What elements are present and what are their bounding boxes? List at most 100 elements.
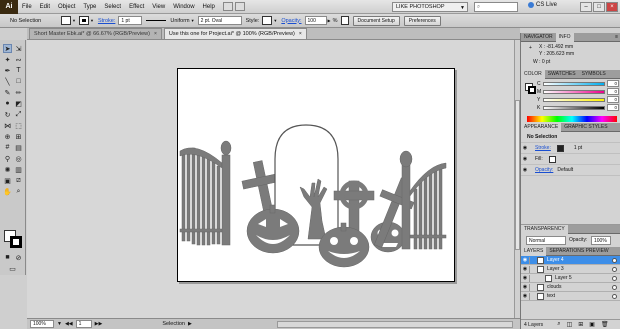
free-transform-tool-icon[interactable]: ⬚	[14, 121, 23, 130]
stroke-swatch[interactable]	[78, 16, 89, 25]
appearance-fill-swatch[interactable]	[548, 155, 556, 163]
first-artboard-icon[interactable]: ◀◀	[65, 321, 73, 327]
eye-icon[interactable]: ◉	[521, 167, 529, 173]
tab-separations-preview[interactable]: SEPARATIONS PREVIEW	[546, 247, 611, 256]
chevron-down-icon[interactable]: ▼	[191, 18, 195, 23]
eye-icon[interactable]: ◉	[521, 293, 529, 299]
bridge-icon[interactable]	[222, 2, 233, 11]
menu-window[interactable]: Window	[169, 4, 198, 10]
tab-short-master[interactable]: Short Master Ebk.ai* @ 66.67% (RGB/Previ…	[29, 28, 162, 39]
magic-wand-tool-icon[interactable]: ✦	[3, 55, 12, 64]
menu-file[interactable]: File	[18, 4, 36, 10]
color-spectrum[interactable]	[527, 116, 617, 122]
tab-transparency[interactable]: TRANSPARENCY	[521, 224, 568, 234]
preferences-button[interactable]: Preferences	[403, 15, 441, 26]
stroke-weight-field[interactable]: 1 pt	[118, 16, 143, 25]
color-mode-icon[interactable]: ■	[3, 253, 12, 262]
halloween-graveyard-artwork[interactable]	[178, 69, 456, 283]
graphic-style-swatch[interactable]	[262, 16, 273, 25]
close-button[interactable]: ×	[606, 2, 618, 12]
lock-toggle[interactable]	[529, 256, 535, 264]
width-tool-icon[interactable]: ⋈	[3, 121, 12, 130]
target-circle-icon[interactable]	[612, 284, 617, 290]
black-value[interactable]: 0	[607, 104, 619, 111]
help-search-input[interactable]: ⌕	[474, 2, 518, 12]
chevron-down-icon[interactable]: ▼	[57, 321, 62, 327]
layer-row[interactable]: ◉ clouds	[521, 283, 620, 292]
opacity-field[interactable]: 100	[304, 16, 327, 25]
slice-tool-icon[interactable]: ⧄	[14, 176, 23, 185]
lock-toggle[interactable]	[529, 283, 535, 291]
mesh-tool-icon[interactable]: #	[3, 143, 12, 152]
pen-tool-icon[interactable]: ✒	[3, 66, 12, 75]
menu-effect[interactable]: Effect	[125, 4, 148, 10]
chevron-right-icon[interactable]: ▶	[328, 18, 331, 23]
line-tool-icon[interactable]: ╲	[3, 77, 12, 86]
minimize-button[interactable]: –	[580, 2, 592, 12]
magenta-slider[interactable]	[543, 90, 605, 94]
close-icon[interactable]: ×	[154, 31, 157, 37]
pencil-tool-icon[interactable]: ✏	[14, 88, 23, 97]
artboard[interactable]	[177, 68, 455, 282]
lasso-tool-icon[interactable]: ∾	[14, 55, 23, 64]
appearance-stroke-value[interactable]: 1 pt	[574, 145, 582, 151]
gradient-tool-icon[interactable]: ▤	[14, 143, 23, 152]
blend-tool-icon[interactable]: ◎	[14, 154, 23, 163]
brush-definition-dropdown[interactable]: 2 pt. Oval	[197, 16, 242, 25]
target-circle-icon[interactable]	[612, 266, 617, 272]
target-circle-icon[interactable]	[612, 257, 617, 263]
layer-name[interactable]: Layer 5	[555, 275, 572, 281]
new-sublayer-icon[interactable]: ⊞	[578, 321, 583, 328]
eye-icon[interactable]: ◉	[521, 257, 529, 263]
appearance-opacity-link[interactable]: Opacity:	[535, 167, 553, 173]
layer-name[interactable]: clouds	[547, 284, 561, 290]
target-circle-icon[interactable]	[612, 293, 617, 299]
blend-mode-dropdown[interactable]: Normal	[526, 236, 566, 245]
fill-stroke-control[interactable]	[4, 230, 22, 248]
stroke-link[interactable]: Stroke:	[98, 18, 115, 24]
menu-view[interactable]: View	[148, 4, 169, 10]
appearance-stroke-swatch[interactable]	[556, 144, 564, 152]
chevron-down-icon[interactable]: ▼	[273, 18, 277, 23]
new-layer-icon[interactable]: ▣	[589, 321, 595, 328]
cs-live-button[interactable]: CS Live	[528, 2, 557, 8]
none-mode-icon[interactable]: ⊘	[14, 253, 23, 262]
clipping-mask-icon[interactable]: ◫	[567, 321, 573, 328]
stroke-box[interactable]	[10, 236, 22, 248]
eraser-tool-icon[interactable]: ◩	[14, 99, 23, 108]
color-stroke-swatch[interactable]	[528, 86, 536, 94]
yellow-slider[interactable]	[543, 98, 605, 102]
eye-icon[interactable]: ◉	[521, 266, 529, 272]
appearance-fill-row[interactable]: ◉ Fill:	[521, 154, 620, 165]
artboard-tool-icon[interactable]: ▣	[3, 176, 12, 185]
perspective-grid-tool-icon[interactable]: ⊞	[14, 132, 23, 141]
tab-swatches[interactable]: SWATCHES	[545, 70, 579, 79]
close-icon[interactable]: ×	[299, 31, 302, 37]
last-artboard-icon[interactable]: ▶▶	[95, 321, 103, 327]
appearance-stroke-row[interactable]: ◉ Stroke: 1 pt	[521, 143, 620, 154]
chevron-down-icon[interactable]: ▼	[72, 18, 76, 23]
selection-tool-icon[interactable]: ➤	[3, 44, 12, 53]
opacity-link[interactable]: Opacity:	[281, 18, 301, 24]
direct-selection-tool-icon[interactable]: ⇲	[14, 44, 23, 53]
transparency-opacity-field[interactable]: 100%	[591, 236, 611, 245]
paintbrush-tool-icon[interactable]: ✎	[3, 88, 12, 97]
tab-navigator[interactable]: NAVIGATOR	[521, 33, 556, 42]
lock-toggle[interactable]	[529, 265, 535, 273]
maximize-button[interactable]: □	[593, 2, 605, 12]
eye-icon[interactable]: ◉	[521, 145, 529, 151]
appearance-opacity-row[interactable]: ◉ Opacity: Default	[521, 165, 620, 176]
layer-row[interactable]: ◉ Layer 3	[521, 265, 620, 274]
appearance-stroke-link[interactable]: Stroke:	[535, 145, 551, 151]
eye-icon[interactable]: ◉	[521, 156, 529, 162]
tab-layers[interactable]: LAYERS	[521, 246, 547, 256]
blob-brush-tool-icon[interactable]: ●	[3, 99, 12, 108]
rectangle-tool-icon[interactable]: □	[14, 77, 23, 86]
tab-project[interactable]: Use this one for Project.ai* @ 100% (RGB…	[163, 28, 307, 39]
tab-symbols[interactable]: SYMBOLS	[579, 70, 609, 79]
trash-icon[interactable]: 🗑	[601, 321, 609, 328]
hand-tool-icon[interactable]: ✋	[3, 187, 12, 196]
menu-object[interactable]: Object	[54, 4, 79, 10]
panel-menu-icon[interactable]: ≡	[615, 34, 618, 40]
lock-toggle[interactable]	[529, 292, 535, 300]
